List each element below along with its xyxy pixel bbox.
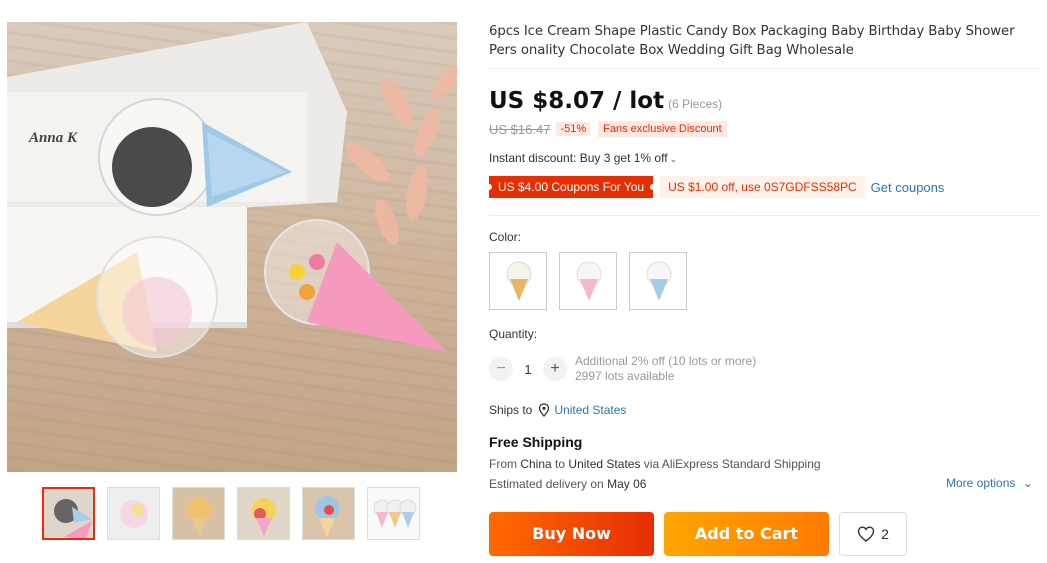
- ice-cream-pink-icon: [576, 261, 602, 301]
- instant-discount-text: Instant discount: Buy 3 get 1% off: [489, 151, 668, 165]
- to-country: United States: [568, 457, 641, 471]
- color-swatch-blue[interactable]: [629, 252, 687, 310]
- thumbnail-4[interactable]: [237, 487, 290, 540]
- price: US $8.07 / lot: [489, 88, 665, 114]
- divider: [489, 215, 1041, 216]
- color-swatch-pink[interactable]: [559, 252, 617, 310]
- buy-now-button[interactable]: Buy Now: [489, 512, 654, 556]
- ice-cream-blue-icon: [646, 261, 672, 301]
- quantity-value[interactable]: 1: [513, 362, 543, 377]
- instant-discount[interactable]: Instant discount: Buy 3 get 1% off ⌄: [489, 151, 677, 165]
- bulk-discount-note: Additional 2% off (10 lots or more): [575, 354, 757, 368]
- thumbnail-2[interactable]: [107, 487, 160, 540]
- original-price: US $16.47: [489, 121, 551, 137]
- shipping-route: From China to United States via AliExpre…: [489, 457, 821, 471]
- more-options-link[interactable]: More options ⌄: [946, 476, 1033, 490]
- quantity-note: Additional 2% off (10 lots or more) 2997…: [575, 354, 756, 384]
- divider: [489, 68, 1041, 69]
- heart-icon: [857, 526, 875, 542]
- from-prefix: From: [489, 457, 517, 471]
- estimated-delivery: Estimated delivery on May 06: [489, 477, 646, 491]
- ships-to-row: Ships to United States: [489, 403, 626, 417]
- quantity-minus-button[interactable]: −: [489, 357, 513, 381]
- coupon-row: US $4.00 Coupons For You US $1.00 off, u…: [485, 176, 945, 198]
- chevron-down-icon: ⌄: [1022, 476, 1033, 490]
- free-shipping-title: Free Shipping: [489, 434, 583, 450]
- color-label: Color:: [489, 230, 522, 244]
- wishlist-button[interactable]: 2: [839, 512, 907, 556]
- color-swatches: [489, 252, 699, 310]
- add-to-cart-button[interactable]: Add to Cart: [664, 512, 829, 556]
- delivery-prefix: Estimated delivery on: [489, 477, 604, 491]
- ships-to-country-link[interactable]: United States: [554, 403, 626, 417]
- discount-percent: -51%: [556, 122, 591, 136]
- location-pin-icon: [538, 403, 550, 417]
- get-coupons-link[interactable]: Get coupons: [871, 180, 945, 195]
- chevron-down-icon: ⌄: [669, 154, 678, 164]
- action-buttons: Buy Now Add to Cart 2: [489, 512, 907, 556]
- thumbnail-6[interactable]: [367, 487, 420, 540]
- wish-count: 2: [881, 526, 889, 542]
- original-price-row: US $16.47 -51% Fans exclusive Discount: [489, 121, 727, 137]
- thumbnail-strip: [42, 487, 442, 541]
- to-word: to: [555, 457, 566, 471]
- price-row: US $8.07 / lot (6 Pieces): [489, 88, 722, 114]
- product-photo: Anna K: [7, 22, 457, 358]
- quantity-stepper: − 1 + Additional 2% off (10 lots or more…: [489, 354, 756, 384]
- ships-to-label: Ships to: [489, 403, 533, 417]
- shipping-method: via AliExpress Standard Shipping: [643, 457, 821, 471]
- main-product-image[interactable]: Anna K: [7, 22, 457, 472]
- thumbnail-5[interactable]: [302, 487, 355, 540]
- thumbnail-3[interactable]: [172, 487, 225, 540]
- book-lettering: Anna K: [28, 130, 78, 146]
- lots-available: 2997 lots available: [575, 369, 675, 383]
- quantity-plus-button[interactable]: +: [543, 357, 567, 381]
- store-coupon[interactable]: US $4.00 Coupons For You: [485, 176, 657, 198]
- color-swatch-yellow[interactable]: [489, 252, 547, 310]
- delivery-date: May 06: [607, 477, 647, 491]
- price-unit: (6 Pieces): [668, 97, 723, 111]
- coupon-code[interactable]: US $1.00 off, use 0S7GDFSS58PC: [660, 176, 865, 198]
- thumbnail-1[interactable]: [42, 487, 95, 540]
- more-options-label: More options: [946, 476, 1016, 490]
- product-title: 6pcs Ice Cream Shape Plastic Candy Box P…: [489, 24, 1015, 58]
- fans-discount-badge: Fans exclusive Discount: [598, 121, 727, 137]
- from-country: China: [520, 457, 552, 471]
- ice-cream-yellow-icon: [506, 261, 532, 301]
- quantity-label: Quantity:: [489, 327, 538, 341]
